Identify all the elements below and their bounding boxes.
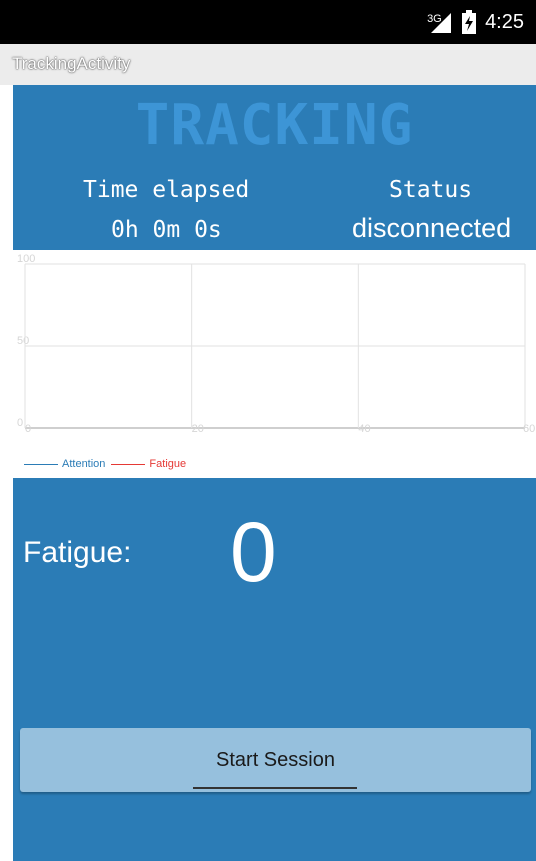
chart-legend: Attention Fatigue [24, 458, 186, 470]
app-bar: TrackingActivity [0, 44, 536, 85]
clock: 4:25 [485, 10, 524, 33]
status-icons: 3G 4:25 [427, 0, 524, 44]
x-tick-label: 40 [358, 423, 370, 435]
y-tick-label: 0 [17, 417, 23, 429]
fatigue-panel: Fatigue: 0 Start Session [13, 478, 536, 861]
button-focus-underline [193, 787, 357, 789]
tracking-header-panel: TRACKING Time elapsed 0h 0m 0s Status di… [13, 85, 536, 250]
y-tick-label: 50 [17, 335, 29, 347]
fatigue-value: 0 [230, 505, 277, 599]
legend-fatigue-label: Fatigue [149, 458, 187, 470]
chart-svg: 0 50 100 0 20 40 60 [17, 253, 535, 435]
time-elapsed-label: Time elapsed [83, 177, 250, 203]
legend-fatigue-swatch [111, 463, 146, 465]
x-tick-label: 0 [25, 423, 31, 435]
time-elapsed-value: 0h 0m 0s [111, 217, 222, 243]
page-title: TRACKING [135, 93, 414, 158]
tracking-chart: 0 50 100 0 20 40 60 Attention Fatigue [0, 250, 536, 478]
status-label: Status [389, 177, 473, 203]
fatigue-label: Fatigue: [23, 536, 132, 569]
x-tick-label: 60 [523, 423, 535, 435]
start-session-label: Start Session [216, 748, 335, 771]
signal-icon: 3G [427, 9, 453, 35]
start-session-button[interactable]: Start Session [20, 728, 531, 792]
status-value: disconnected [352, 213, 512, 243]
battery-icon [461, 10, 477, 34]
app-title: TrackingActivity [12, 54, 131, 73]
legend-attention-swatch [24, 463, 58, 465]
legend-attention-label: Attention [62, 458, 106, 470]
x-tick-label: 20 [192, 423, 204, 435]
status-bar: 3G 4:25 [0, 0, 536, 44]
y-tick-label: 100 [17, 253, 35, 265]
